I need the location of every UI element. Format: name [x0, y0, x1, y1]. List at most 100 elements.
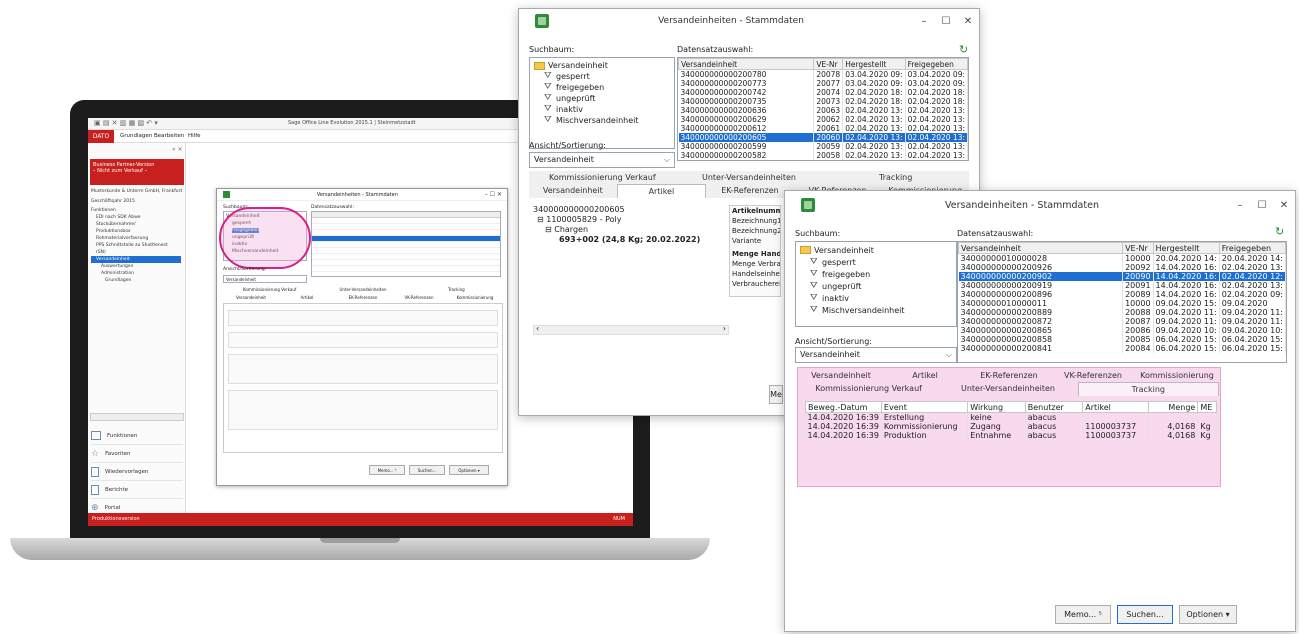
tracking-grid[interactable]: Beweg.-Datum Event Wirkung Benutzer Arti…: [805, 401, 1217, 467]
table-row[interactable]: 340000000000200858 20085 06.04.2020 15: 06.…: [958, 335, 1286, 344]
tab-unter-versandeinheiten[interactable]: Unter-Versandeinheiten: [938, 382, 1077, 396]
mid-search-tree[interactable]: Versandeinheit ⛛ gesperrt ⛛ freigegeben ⛛ u…: [529, 57, 675, 149]
table-row[interactable]: 340000000000200735 20073 02.04.2020 18: 02.…: [678, 97, 968, 106]
column-header[interactable]: Freigegeben: [1218, 242, 1286, 254]
menu-dato[interactable]: DATO: [88, 130, 114, 143]
mid-article-tree[interactable]: 340000000000200605 ⊟ 1100005829 - Poly ⊟…: [533, 205, 733, 245]
column-header[interactable]: Wirkung: [967, 401, 1026, 413]
table-row[interactable]: 340000000000200599 20059 02.04.2020 13: 02.…: [678, 142, 968, 151]
tree-item-ungeprueft[interactable]: ⛛ ungeprüft: [534, 93, 670, 104]
table-row[interactable]: 340000000000200919 20091 14.04.2020 16: 02.…: [958, 281, 1286, 290]
column-header[interactable]: Beweg.-Datum: [805, 401, 882, 413]
nav-scrollbar[interactable]: [90, 413, 184, 421]
table-row[interactable]: 340000000000200865 20086 09.04.2020 10: 09.…: [958, 326, 1286, 335]
bottom-nav-funktionen[interactable]: Funktionen: [91, 427, 183, 445]
refresh-icon[interactable]: ↻: [959, 43, 968, 56]
bottom-nav-favoriten[interactable]: ☆ Favoriten: [91, 445, 183, 463]
table-row[interactable]: 340000000000200742 20074 02.04.2020 18: 02.…: [678, 88, 968, 97]
inner-memo-button[interactable]: Memo... ⁵: [369, 465, 405, 475]
column-header[interactable]: Artikel: [1082, 401, 1150, 413]
nav-item[interactable]: Produktionsbox: [91, 228, 181, 235]
tree-item-inaktiv[interactable]: ⛛ inaktiv: [800, 292, 952, 304]
bottom-nav-berichte[interactable]: Berichte: [91, 481, 183, 499]
tab-versandeinheit[interactable]: Versandeinheit: [529, 184, 617, 198]
column-header[interactable]: Versandeinheit: [958, 242, 1124, 254]
article-tree-charge[interactable]: 693+002 (24,8 Kg; 20.02.2022): [533, 235, 733, 245]
tree-item-mischversandeinheit[interactable]: ⛛ Mischversandeinheit: [800, 304, 952, 316]
tab-ek-referenzen[interactable]: EK-Referenzen: [967, 369, 1051, 382]
table-row[interactable]: 340000000000200872 20087 09.04.2020 11: 09.…: [958, 317, 1286, 326]
nav-item[interactable]: Grundlagen: [91, 277, 181, 284]
refresh-icon[interactable]: ↻: [1275, 225, 1284, 238]
table-row[interactable]: 34000000010000011 10000 09.04.2020 15: 09.0…: [958, 299, 1286, 308]
nav-item[interactable]: Rohmaterialverfassung: [91, 235, 181, 242]
tab-ek-referenzen[interactable]: EK-Referenzen: [706, 184, 794, 198]
tab-artikel[interactable]: Artikel: [883, 369, 967, 382]
tab-versandeinheit[interactable]: Versandeinheit: [799, 369, 883, 382]
table-row[interactable]: 14.04.2020 16:39 Produktion Entnahme abacus…: [805, 431, 1217, 440]
table-row[interactable]: 34000000010000028 10000 20.04.2020 14: 20.0…: [958, 253, 1286, 263]
tab-kommissionierung-verkauf[interactable]: Kommissionierung Verkauf: [529, 171, 676, 184]
table-row[interactable]: 340000000000200889 20088 09.04.2020 11: 09.…: [958, 308, 1286, 317]
tree-item-versandeinheit[interactable]: Versandeinheit: [534, 60, 670, 71]
front-sort-dropdown[interactable]: Versandeinheit ⌵: [795, 347, 957, 363]
front-record-grid[interactable]: Versandeinheit VE-Nr Hergestellt Freigeg…: [957, 241, 1287, 363]
inner-tab[interactable]: Artikel: [279, 295, 335, 300]
bottom-nav-wiedervorlagen[interactable]: Wiedervorlagen: [91, 463, 183, 481]
table-row[interactable]: 340000000000200902 20090 14.04.2020 16: 02.…: [958, 272, 1286, 281]
tree-item-gesperrt[interactable]: ⛛ gesperrt: [534, 71, 670, 82]
column-header[interactable]: VE-Nr: [1122, 242, 1154, 254]
article-tree-root[interactable]: 340000000000200605: [533, 205, 733, 215]
table-row[interactable]: 14.04.2020 16:39 Kommissionierung Zugang ab…: [805, 422, 1217, 431]
maximize-icon[interactable]: ☐: [935, 16, 957, 27]
nav-item[interactable]: Administration: [91, 270, 181, 277]
nav-item-versandeinheit[interactable]: Versandeinheit: [91, 256, 181, 263]
inner-suchen-button[interactable]: Suchen...: [409, 465, 445, 475]
table-row[interactable]: 340000000000200926 20092 14.04.2020 16: 02.…: [958, 263, 1286, 272]
front-search-tree[interactable]: Versandeinheit ⛛ gesperrt ⛛ freigegeben ⛛ u…: [795, 241, 957, 327]
inner-tab[interactable]: VK-Referenzen: [391, 295, 447, 300]
minimize-icon[interactable]: –: [1229, 200, 1251, 211]
column-header[interactable]: VE-Nr: [813, 58, 844, 70]
table-row[interactable]: 14.04.2020 16:39 Erstellung keine abacus: [805, 412, 1217, 422]
nav-item[interactable]: PPS Schnittstelle zu Shuttlenest: [91, 242, 181, 249]
maximize-icon[interactable]: ☐: [1251, 200, 1273, 211]
tree-item-freigegeben[interactable]: ⛛ freigegeben: [800, 268, 952, 280]
column-header[interactable]: Event: [880, 401, 969, 413]
table-row[interactable]: 340000000000200896 20089 14.04.2020 16: 02.…: [958, 290, 1286, 299]
inner-tab[interactable]: EK-Referenzen: [335, 295, 391, 300]
tab-kommissionierung[interactable]: Kommissionierung: [1135, 369, 1219, 382]
inner-tab[interactable]: Kommissionierung: [447, 295, 503, 300]
article-tree-item[interactable]: ⊟ Chargen: [533, 225, 733, 235]
suchen-button[interactable]: Suchen...: [1117, 605, 1173, 624]
column-header[interactable]: Menge: [1148, 401, 1199, 413]
window-controls-icon[interactable]: – ☐ ✕: [485, 191, 502, 198]
close-icon[interactable]: ✕: [1273, 200, 1295, 211]
table-row[interactable]: 340000000000200582 20058 02.04.2020 13: 02.…: [678, 151, 968, 160]
inner-tab[interactable]: Kommissionierung Verkauf: [223, 287, 316, 292]
tree-item-freigegeben[interactable]: ⛛ freigegeben: [534, 82, 670, 93]
menu-grundlagen[interactable]: Grundlagen: [120, 133, 152, 139]
scroll-left-icon[interactable]: ‹: [536, 324, 539, 333]
table-row[interactable]: 340000000000200773 20077 03.04.2020 09: 03.…: [678, 79, 968, 88]
table-row[interactable]: 340000000000200841 20084 06.04.2020 15: 06.…: [958, 344, 1286, 353]
tab-tracking[interactable]: Tracking: [1077, 382, 1219, 396]
table-row[interactable]: 340000000000200636 20063 02.04.2020 13: 02.…: [678, 106, 968, 115]
mid-sort-dropdown[interactable]: Versandeinheit ⌵: [529, 152, 675, 168]
menu-hilfe[interactable]: Hilfe: [188, 133, 201, 139]
tree-item-ungeprueft[interactable]: ⛛ ungeprüft: [800, 280, 952, 292]
table-row[interactable]: 340000000000200629 20062 02.04.2020 13: 02.…: [678, 115, 968, 124]
menu-bearbeiten[interactable]: Bearbeiten: [154, 133, 184, 139]
inner-sort-dropdown[interactable]: Versandeinheit: [223, 275, 307, 283]
inner-tab[interactable]: Unter-Versandeinheiten: [316, 287, 409, 292]
column-header[interactable]: Hergestellt: [1152, 242, 1220, 254]
column-header[interactable]: Hergestellt: [842, 58, 906, 70]
scroll-right-icon[interactable]: ›: [723, 324, 726, 333]
mid-memo-button[interactable]: Me: [769, 385, 783, 404]
inner-tab[interactable]: Tracking: [410, 287, 503, 292]
column-header[interactable]: Freigegeben: [904, 58, 968, 70]
mid-record-grid[interactable]: Versandeinheit VE-Nr Hergestellt Freigeg…: [677, 57, 969, 161]
tree-item-versandeinheit[interactable]: Versandeinheit: [800, 244, 952, 256]
tab-artikel[interactable]: Artikel: [616, 184, 707, 198]
tab-vk-referenzen[interactable]: VK-Referenzen: [1051, 369, 1135, 382]
